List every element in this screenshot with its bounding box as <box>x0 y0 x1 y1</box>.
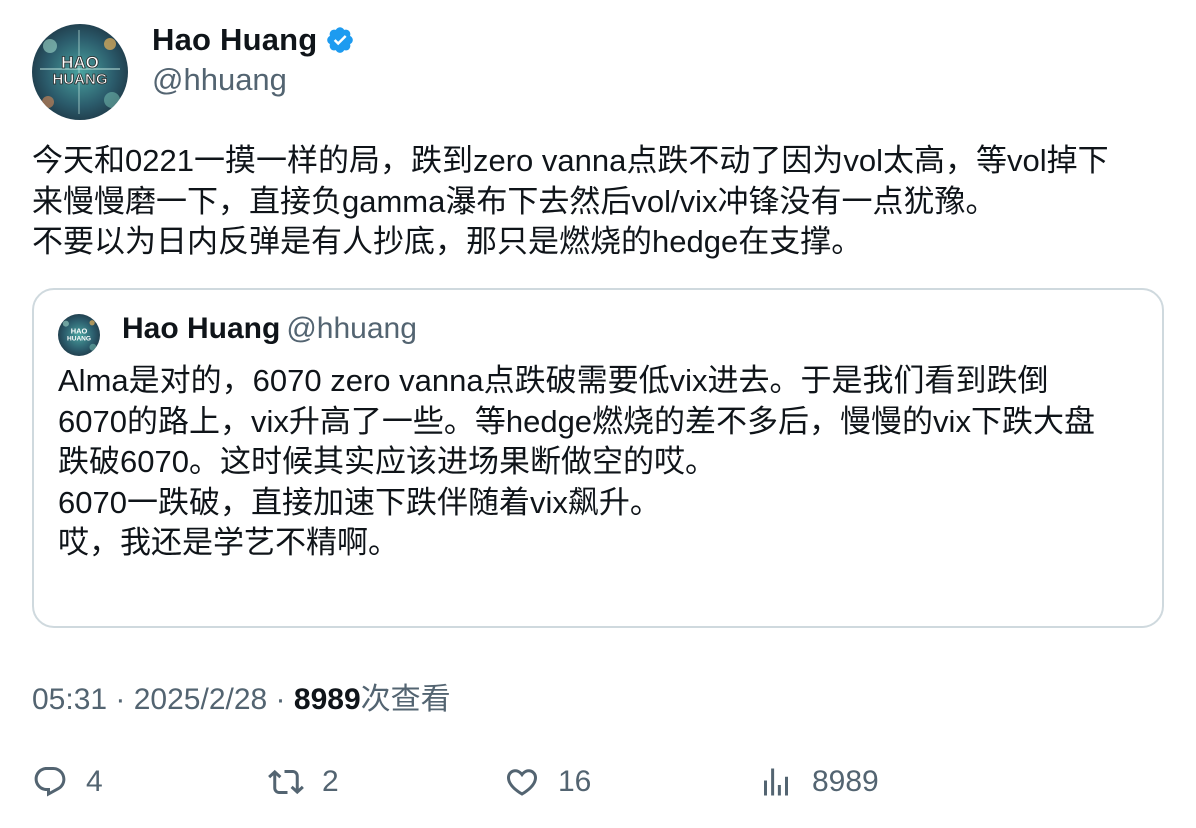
quoted-text-line: 跌破6070。这时候其实应该进场果断做空的哎。 <box>58 444 716 479</box>
retweet-count: 2 <box>322 765 339 798</box>
quoted-handle: @hhuang <box>286 312 417 345</box>
reply-button[interactable]: 4 <box>32 760 103 804</box>
tweet-meta: 05:31 · 2025/2/28 · 8989次查看 <box>32 674 451 718</box>
quoted-display-name: Hao Huang <box>122 312 281 345</box>
verified-badge-icon[interactable] <box>325 25 355 55</box>
tweet-text: 今天和0221一摸一样的局，跌到zero vanna点跌不动了因为vol太高，等… <box>32 141 1172 263</box>
like-button[interactable]: 16 <box>504 760 591 804</box>
meta-separator: · <box>107 683 134 716</box>
tweet-page: HAO HUANG Hao Huang @hhuang 今天和0221一摸一样的… <box>0 0 1196 828</box>
quoted-text: Alma是对的，6070 zero vanna点跌破需要低vix进去。于是我们看… <box>58 361 1148 564</box>
quoted-text-line: 6070的路上，vix升高了一些。等hedge燃烧的差不多后，慢慢的vix下跌大… <box>58 403 1095 439</box>
svg-text:HUANG: HUANG <box>53 71 108 88</box>
author-display-name[interactable]: Hao Huang <box>152 22 317 58</box>
heart-icon <box>504 764 540 800</box>
views-label: 次查看 <box>360 683 451 716</box>
tweet-text-line: 不要以为日内反弹是有人抄底，那只是燃烧的hedge在支撑。 <box>32 224 863 259</box>
views-button[interactable]: 8989 <box>758 760 879 804</box>
quoted-text-line: 6070一跌破，直接加速下跌伴随着vix飙升。 <box>58 484 661 520</box>
tweet-time[interactable]: 05:31 <box>32 683 107 716</box>
quoted-text-line: 哎，我还是学艺不精啊。 <box>58 525 399 560</box>
reply-count: 4 <box>86 765 103 798</box>
author-avatar[interactable]: HAO HUANG <box>32 24 128 120</box>
avatar-image: HAO HUANG <box>32 24 128 120</box>
tweet-text-line: 今天和0221一摸一样的局，跌到zero vanna点跌不动了因为vol太高，等… <box>32 143 1109 178</box>
author-handle[interactable]: @hhuang <box>152 62 287 98</box>
svg-text:HAO: HAO <box>61 53 99 72</box>
quoted-tweet-card[interactable]: HAO HUANG Hao Huang @hhuang Alma是对的，6070 … <box>32 288 1164 628</box>
like-count: 16 <box>558 765 592 798</box>
reply-icon <box>32 764 68 800</box>
retweet-icon <box>268 764 304 800</box>
quoted-header: Hao Huang @hhuang <box>122 312 417 346</box>
svg-text:HAO: HAO <box>71 326 88 335</box>
quoted-author-avatar: HAO HUANG <box>58 314 100 356</box>
meta-separator: · <box>267 683 294 716</box>
quoted-text-line: Alma是对的，6070 zero vanna点跌破需要低vix进去。于是我们看… <box>58 363 1049 398</box>
svg-text:HUANG: HUANG <box>67 335 91 342</box>
tweet-text-line: 来慢慢磨一下，直接负gamma瀑布下去然后vol/vix冲锋没有一点犹豫。 <box>32 183 997 219</box>
author-name-row: Hao Huang <box>152 22 355 58</box>
views-count: 8989 <box>293 683 361 716</box>
tweet-date[interactable]: 2025/2/28 <box>134 683 267 716</box>
views-action-count: 8989 <box>812 765 879 798</box>
action-bar: 4 2 16 8989 <box>32 760 1172 804</box>
bar-chart-icon <box>758 764 794 800</box>
retweet-button[interactable]: 2 <box>268 760 339 804</box>
